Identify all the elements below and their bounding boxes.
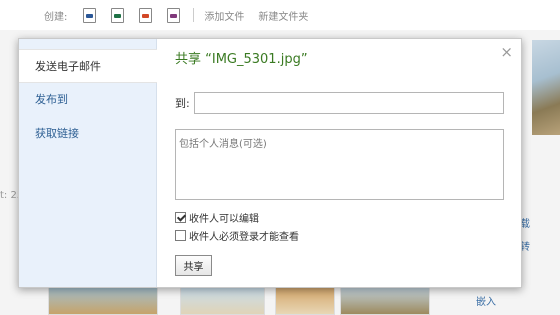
recipients-input[interactable]	[194, 92, 504, 114]
embed-link[interactable]: 嵌入	[476, 293, 496, 308]
close-icon[interactable]: ×	[500, 45, 513, 60]
can-edit-checkbox[interactable]	[175, 212, 186, 223]
share-sidebar: 发送电子邮件 发布到 获取链接	[19, 39, 157, 287]
excel-icon[interactable]	[111, 7, 125, 23]
require-signin-checkbox[interactable]	[175, 230, 186, 241]
onenote-icon[interactable]	[167, 7, 181, 23]
new-folder-link[interactable]: 新建文件夹	[258, 8, 308, 23]
toolbar: 创建: 添加文件 新建文件夹	[0, 0, 560, 30]
sidebar-item-send-email[interactable]: 发送电子邮件	[19, 49, 157, 83]
require-signin-option[interactable]: 收件人必须登录才能查看	[175, 228, 504, 243]
photo-thumbnail-right[interactable]	[532, 40, 560, 135]
sidebar-item-post-to[interactable]: 发布到	[19, 83, 156, 117]
powerpoint-icon[interactable]	[139, 7, 153, 23]
sidebar-item-get-link[interactable]: 获取链接	[19, 117, 156, 151]
require-signin-label[interactable]: 收件人必须登录才能查看	[189, 228, 299, 243]
personal-message-input[interactable]	[175, 129, 504, 200]
word-icon[interactable]	[83, 7, 97, 23]
add-files-link[interactable]: 添加文件	[204, 8, 244, 23]
share-dialog: 发送电子邮件 发布到 获取链接 共享 “IMG_5301.jpg” × 到: 收…	[18, 38, 522, 288]
can-edit-option[interactable]: 收件人可以编辑	[175, 210, 504, 225]
dialog-title: 共享 “IMG_5301.jpg”	[175, 52, 308, 67]
create-label: 创建:	[44, 11, 68, 23]
toolbar-divider	[193, 8, 195, 22]
to-label: 到:	[175, 97, 190, 110]
share-button[interactable]: 共享	[175, 255, 212, 276]
share-email-panel: 共享 “IMG_5301.jpg” × 到: 收件人可以编辑 收件人必须登录才能…	[157, 39, 521, 287]
can-edit-label[interactable]: 收件人可以编辑	[189, 210, 259, 225]
to-row: 到:	[175, 92, 504, 114]
